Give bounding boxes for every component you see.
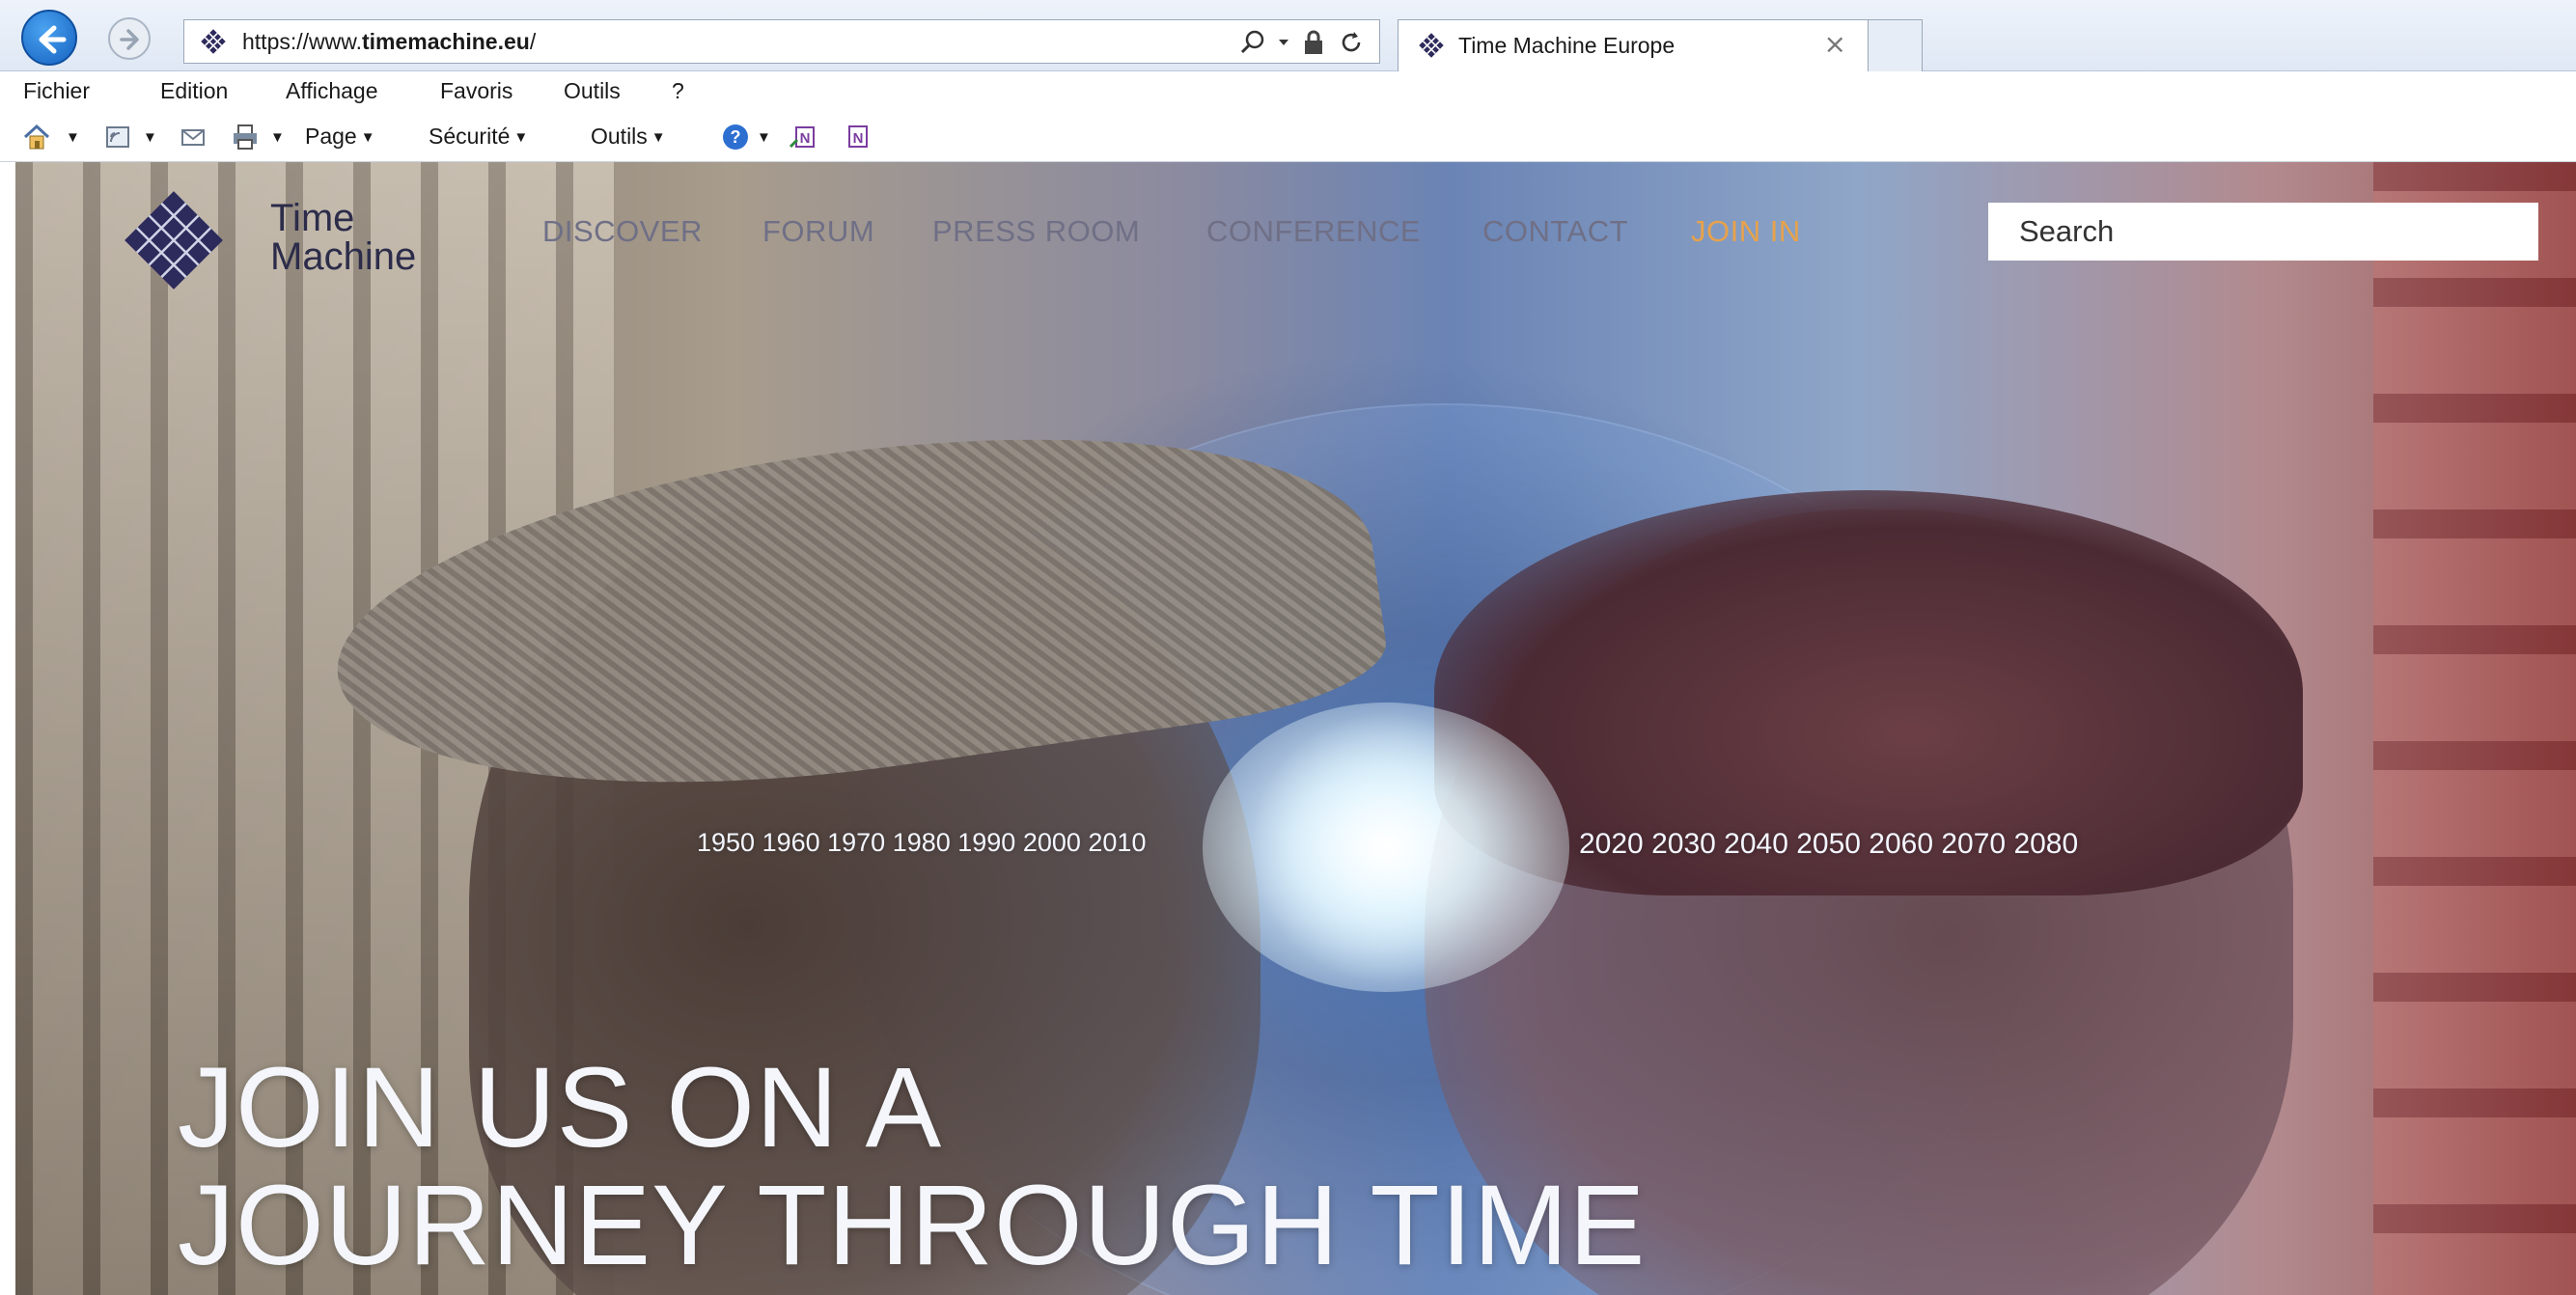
nav-contact[interactable]: CONTACT	[1482, 214, 1628, 249]
back-button[interactable]	[21, 10, 77, 66]
menu-outils[interactable]: Outils	[564, 78, 621, 104]
security-menu[interactable]: Sécurité ▼	[429, 124, 528, 150]
command-bar: ▼ ▼ ▼ Page ▼ Sécurité ▼ Outils ▼ ? ▼ N N	[0, 112, 2576, 162]
menu-fichier[interactable]: Fichier	[23, 78, 90, 104]
menu-edition[interactable]: Edition	[160, 78, 228, 104]
menu-bar: Fichier Edition Affichage Favoris Outils…	[0, 71, 2576, 112]
print-dropdown-icon[interactable]: ▼	[266, 124, 285, 150]
browser-chrome: https://www.timemachine.eu/ Time Machine…	[0, 0, 2576, 162]
time-machine-logo-icon[interactable]	[116, 187, 232, 293]
tools-menu[interactable]: Outils ▼	[591, 124, 666, 150]
address-bar-icons	[1238, 26, 1366, 59]
svg-text:N: N	[853, 130, 864, 147]
tab-close-icon[interactable]: ×	[1824, 28, 1846, 60]
tab-favicon-icon	[1419, 33, 1444, 58]
hero-headline-line1: JOIN US ON A	[178, 1044, 943, 1171]
forward-button[interactable]	[108, 17, 151, 60]
hero-light-glow	[1203, 703, 1569, 992]
search-icon[interactable]	[1238, 28, 1267, 57]
url-text: https://www.timemachine.eu/	[242, 29, 536, 55]
page-menu[interactable]: Page ▼	[305, 124, 375, 150]
feeds-dropdown-icon[interactable]: ▼	[139, 124, 157, 150]
tab-title: Time Machine Europe	[1458, 33, 1676, 58]
nav-forum[interactable]: FORUM	[762, 214, 874, 249]
page-menu-label: Page	[305, 124, 357, 149]
browser-tab[interactable]: Time Machine Europe ×	[1398, 19, 1869, 71]
hero-modern-buildings	[2373, 162, 2576, 1295]
menu-favoris[interactable]: Favoris	[440, 78, 512, 104]
years-past: 1950 1960 1970 1980 1990 2000 2010	[697, 828, 1147, 857]
nav-discover[interactable]: DISCOVER	[542, 214, 703, 249]
onenote-send-icon[interactable]: N	[788, 122, 818, 152]
refresh-icon[interactable]	[1337, 28, 1366, 57]
url-domain: timemachine.eu	[361, 29, 530, 54]
address-bar[interactable]: https://www.timemachine.eu/	[183, 19, 1380, 64]
menu-help[interactable]: ?	[672, 78, 684, 104]
logo-text-machine[interactable]: Machine	[270, 237, 416, 276]
feeds-icon[interactable]	[102, 122, 133, 152]
svg-text:N: N	[800, 130, 811, 147]
menu-affichage[interactable]: Affichage	[286, 78, 377, 104]
site-search-input[interactable]	[1988, 203, 2538, 261]
onenote-linked-notes-icon[interactable]: N	[842, 122, 873, 152]
search-dropdown-icon[interactable]	[1277, 28, 1290, 57]
url-suffix: /	[529, 29, 537, 54]
print-icon[interactable]	[230, 122, 261, 152]
help-dropdown-icon[interactable]: ▼	[753, 124, 771, 150]
help-icon[interactable]: ?	[720, 122, 751, 152]
back-arrow-icon	[39, 25, 67, 54]
site-favicon-icon	[201, 29, 226, 54]
new-tab-button[interactable]	[1869, 19, 1923, 71]
home-dropdown-icon[interactable]: ▼	[62, 124, 80, 150]
svg-text:?: ?	[731, 127, 741, 147]
nav-join-in[interactable]: JOIN IN	[1691, 214, 1801, 249]
tools-menu-label: Outils	[591, 124, 648, 149]
page-viewport: 1950 1960 1970 1980 1990 2000 2010 2020 …	[15, 162, 2576, 1295]
hero-headline-line2: JOURNEY THROUGH TIME	[178, 1162, 1647, 1289]
nav-conference[interactable]: CONFERENCE	[1206, 214, 1421, 249]
years-future: 2020 2030 2040 2050 2060 2070 2080	[1579, 828, 2079, 860]
address-row: https://www.timemachine.eu/ Time Machine…	[0, 0, 2576, 71]
mail-icon[interactable]	[178, 122, 208, 152]
lock-icon[interactable]	[1300, 28, 1327, 57]
nav-press-room[interactable]: PRESS ROOM	[932, 214, 1140, 249]
home-icon[interactable]	[21, 122, 52, 152]
url-prefix: https://www.	[242, 29, 362, 54]
logo-text-time[interactable]: Time	[270, 199, 354, 237]
forward-arrow-icon	[120, 29, 139, 50]
security-menu-label: Sécurité	[429, 124, 511, 149]
